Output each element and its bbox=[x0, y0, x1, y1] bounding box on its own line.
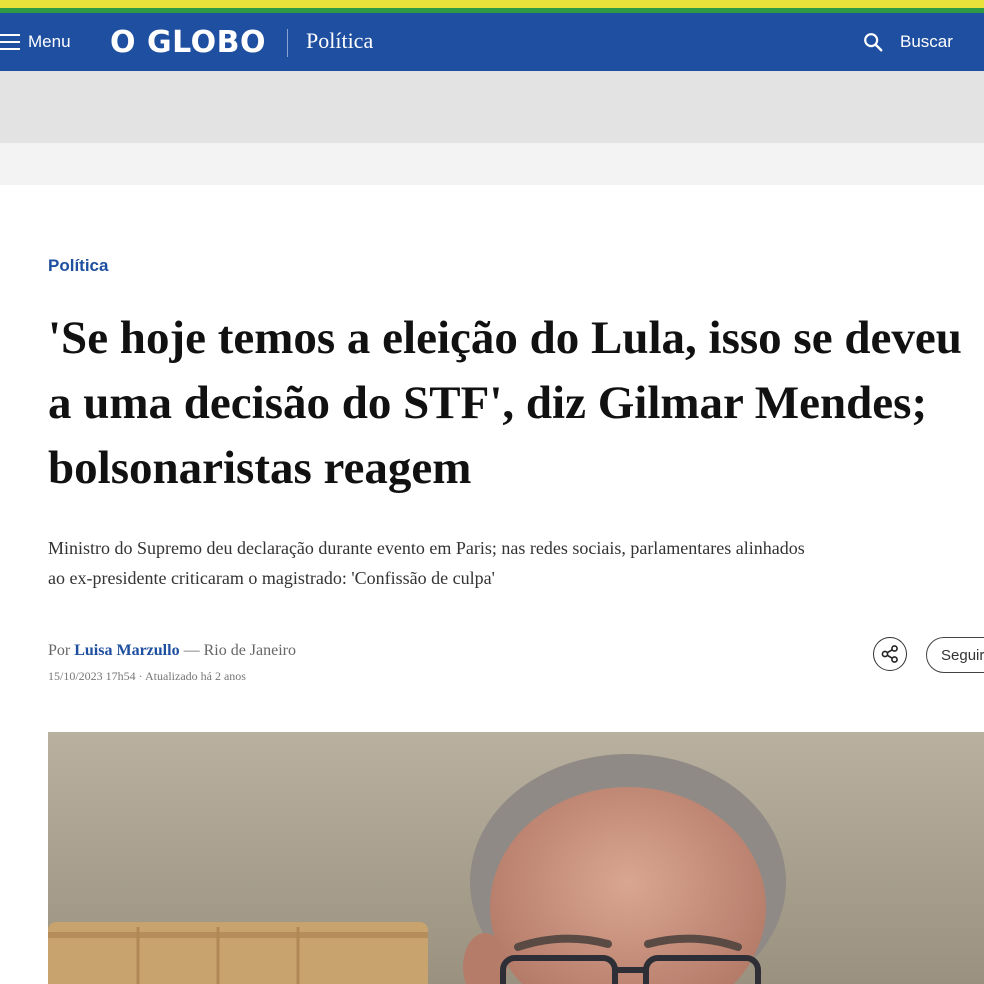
search-icon bbox=[864, 33, 883, 52]
search-button[interactable]: Buscar bbox=[862, 13, 953, 71]
search-label: Buscar bbox=[900, 32, 953, 51]
photo-illustration bbox=[48, 732, 984, 984]
article-kicker[interactable]: Política bbox=[48, 256, 108, 276]
article-photo bbox=[48, 732, 984, 984]
article-subtitle: Ministro do Supremo deu declaração duran… bbox=[48, 533, 984, 593]
top-stripe-yellow bbox=[0, 0, 984, 8]
site-header: Menu O GLOBO Política Buscar bbox=[0, 13, 984, 71]
ad-banner bbox=[0, 71, 984, 143]
byline-prefix: Por bbox=[48, 642, 71, 659]
section-link[interactable]: Política bbox=[306, 28, 373, 54]
article-headline: 'Se hoje temos a eleição do Lula, isso s… bbox=[48, 312, 962, 494]
site-logo[interactable]: O GLOBO bbox=[110, 25, 266, 60]
article-timestamp: 15/10/2023 17h54 · Atualizado há 2 anos bbox=[48, 669, 246, 683]
subtitle-line-1: Ministro do Supremo deu declaração duran… bbox=[48, 538, 805, 558]
menu-label: Menu bbox=[28, 32, 71, 51]
follow-label: Seguir bbox=[941, 646, 984, 664]
header-divider bbox=[287, 29, 288, 57]
byline: Por Luisa Marzullo — Rio de Janeiro bbox=[48, 642, 296, 660]
follow-button[interactable]: Seguir bbox=[926, 637, 984, 673]
ad-banner-spacer bbox=[0, 143, 984, 185]
subtitle-line-2: ao ex-presidente criticaram o magistrado… bbox=[48, 568, 495, 588]
hamburger-icon bbox=[0, 34, 20, 50]
byline-location: — Rio de Janeiro bbox=[183, 642, 296, 659]
author-link[interactable]: Luisa Marzullo bbox=[74, 642, 179, 659]
share-button[interactable] bbox=[873, 637, 907, 671]
share-icon bbox=[881, 645, 898, 663]
menu-button[interactable]: Menu bbox=[0, 13, 71, 71]
